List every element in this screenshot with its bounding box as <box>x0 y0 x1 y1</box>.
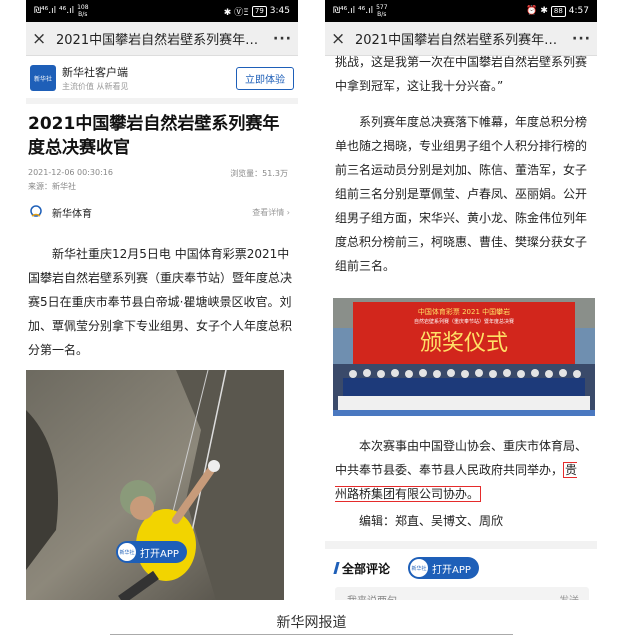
publish-datetime: 2021-12-06 00:30:16 <box>28 168 113 177</box>
editors-line: 编辑：郑直、吴博文、周欣 <box>359 514 504 528</box>
view-details-link[interactable]: 查看详情 › <box>252 207 290 218</box>
comments-accent-icon <box>333 562 340 574</box>
xinhua-app-icon: 新华社 <box>118 543 136 561</box>
banner-headline: 中国体育彩票 2021 中国攀岩 <box>418 307 510 316</box>
article-source: 来源：新华社 <box>28 182 76 191</box>
channel-name: 新华体育 <box>52 208 92 220</box>
article-body: 挑战，这是我第一次在中国攀岩自然岩壁系列赛中拿到冠军，这让我十分兴奋。” 系列赛… <box>325 50 597 600</box>
xinhua-app-icon: 新华社 <box>410 559 429 577</box>
page-title: 2021中国攀岩自然岩壁系列赛年度... <box>56 33 270 48</box>
right-phone-screenshot: ₪⁴⁶.ıl ⁴⁶.ıl 577 B/s ⏰ ✱ 88 4:57 × 2021中… <box>325 0 597 600</box>
award-ceremony-photo: 中国体育彩票 2021 中国攀岩 自然岩壁系列赛（重庆奉节站）暨年度总决赛 颁奖… <box>333 298 595 416</box>
xinhua-logo-icon: 新华社 <box>30 65 56 91</box>
more-options-icon[interactable]: ··· <box>569 31 591 47</box>
alarm-icon: ⏰ ✱ <box>526 6 548 16</box>
net-speed: 108 B/s <box>77 4 88 18</box>
channel-row[interactable]: 新华体育 查看详情 › <box>28 204 298 220</box>
close-icon[interactable]: × <box>331 29 355 49</box>
open-app-button[interactable]: 新华社 打开APP <box>408 557 479 579</box>
comments-title: 全部评论 <box>342 561 391 576</box>
close-icon[interactable]: × <box>32 29 56 49</box>
app-name: 新华社客户端 <box>62 66 128 79</box>
net-speed: 577 B/s <box>376 4 387 18</box>
quote-paragraph: 挑战，这是我第一次在中国攀岩自然岩壁系列赛中拿到冠军，这让我十分兴奋。” <box>335 55 588 93</box>
status-bar: ₪⁴⁶.ıl ⁴⁶.ıl 108 B/s ✱ ⓋΞ 79 3:45 <box>26 0 298 22</box>
article-meta: 2021-12-06 00:30:16 浏览量：51.3万 <box>28 168 298 179</box>
organizers-paragraph: 本次赛事由中国登山协会、重庆市体育局、中共奉节县委、奉节县人民政府共同举办， 贵州… <box>335 434 589 506</box>
network-signal-icon: ₪⁴⁶.ıl ⁴⁶.ıl <box>333 6 374 16</box>
send-button[interactable]: 发送 <box>559 592 579 601</box>
app-slogan: 主流价值 从新看见 <box>62 82 129 91</box>
comments-header: 全部评论 新华社 打开APP <box>333 549 589 587</box>
network-signal-icon: ₪⁴⁶.ıl ⁴⁶.ıl <box>34 6 75 16</box>
page-title: 2021中国攀岩自然岩壁系列赛年度... <box>355 33 569 48</box>
organizers-text: 本次赛事由中国登山协会、重庆市体育局、中共奉节县委、奉节县人民政府共同举办， <box>335 439 588 477</box>
net-speed-unit: B/s <box>377 11 387 18</box>
section-divider <box>26 98 298 104</box>
clock: 3:45 <box>269 6 290 16</box>
status-bar: ₪⁴⁶.ıl ⁴⁶.ıl 577 B/s ⏰ ✱ 88 4:57 <box>325 0 597 22</box>
comment-bar: 我来说两句...... 发送 <box>335 587 589 600</box>
open-app-label: 打开APP <box>432 564 471 576</box>
battery-icon: 79 <box>251 5 267 17</box>
net-speed-unit: B/s <box>78 11 88 18</box>
net-speed-value: 577 <box>376 4 388 11</box>
open-app-button[interactable]: 新华社 打开APP <box>116 541 187 563</box>
net-speed-value: 108 <box>77 4 89 11</box>
clock: 4:57 <box>568 6 589 16</box>
banner-subline: 自然岩壁系列赛（重庆奉节站）暨年度总决赛 <box>414 318 514 325</box>
view-count: 浏览量：51.3万 <box>230 169 288 178</box>
climber-photo <box>26 370 284 600</box>
article-body: 新华社 新华社客户端 主流价值 从新看见 立即体验 2021中国攀岩自然岩壁系列… <box>26 56 298 362</box>
more-options-icon[interactable]: ··· <box>270 31 292 47</box>
xinhua-sports-icon <box>28 204 44 220</box>
caption-underline <box>110 634 513 635</box>
banner-ceremony-text: 颁奖仪式 <box>420 331 508 356</box>
browser-nav-bar: × 2021中国攀岩自然岩壁系列赛年度... ··· <box>26 22 298 56</box>
open-app-label: 打开APP <box>140 548 179 560</box>
section-divider <box>325 541 597 549</box>
app-banner: 新华社 新华社客户端 主流价值 从新看见 立即体验 <box>28 56 298 98</box>
article-lead-paragraph: 新华社重庆12月5日电 中国体育彩票2021中国攀岩自然岩壁系列赛（重庆奉节站）… <box>28 247 293 357</box>
bluetooth-icon: ✱ ⓋΞ <box>223 7 249 18</box>
article-title: 2021中国攀岩自然岩壁系列赛年度总决赛收官 <box>28 114 280 158</box>
try-now-button[interactable]: 立即体验 <box>236 66 294 90</box>
image-caption: 新华网报道 <box>276 615 347 631</box>
battery-icon: 88 <box>550 5 566 17</box>
results-paragraph: 系列赛年度总决赛落下帷幕，年度总积分榜单也随之揭晓，专业组男子组个人积分排行榜的… <box>335 115 588 273</box>
left-phone-screenshot: ₪⁴⁶.ıl ⁴⁶.ıl 108 B/s ✱ ⓋΞ 79 3:45 × 2021… <box>26 0 298 600</box>
comment-input[interactable]: 我来说两句...... <box>347 592 559 601</box>
